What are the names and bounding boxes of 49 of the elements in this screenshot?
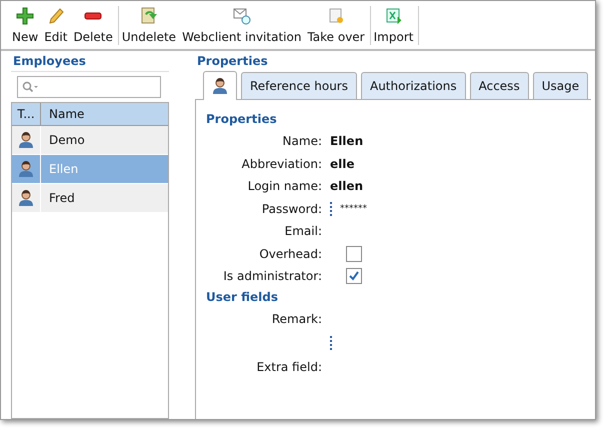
field-label: Abbreviation:	[240, 156, 322, 171]
section-title: Properties	[206, 112, 278, 126]
section-title: User fields	[206, 290, 279, 304]
checkbox[interactable]	[346, 246, 362, 262]
table-row[interactable]: Demo	[12, 126, 168, 155]
table-cell-text: Fred	[48, 190, 76, 207]
toolbar-button[interactable]: Edit	[41, 6, 70, 45]
plus-icon	[15, 6, 36, 26]
user-icon	[18, 160, 34, 178]
field-value: ellen	[330, 179, 364, 194]
toolbar-button[interactable]: Delete	[70, 6, 116, 45]
column-header[interactable]: T...	[12, 103, 41, 125]
search-field[interactable]	[17, 76, 161, 98]
user-icon	[18, 189, 34, 207]
tab[interactable]: Reference hours	[241, 72, 357, 99]
user-icon	[18, 131, 34, 149]
toolbar-button[interactable]: Take over	[304, 6, 368, 45]
table-row[interactable]: Fred	[12, 184, 168, 213]
tab[interactable]: Access	[470, 72, 529, 99]
field-value: elle	[330, 156, 355, 171]
column-header[interactable]: Name	[41, 103, 168, 125]
table-cell-text: Ellen	[48, 161, 80, 178]
resize-handle[interactable]	[330, 202, 334, 216]
checkbox[interactable]	[346, 268, 362, 284]
tab[interactable]: Usage	[532, 72, 588, 99]
toolbar-button[interactable]: Undelete	[118, 6, 180, 45]
toolbar-button[interactable]: New	[9, 6, 42, 45]
user-icon	[212, 77, 228, 95]
undo-arrow-icon	[138, 6, 159, 26]
table-cell-text: Demo	[48, 132, 86, 149]
spreadsheet-icon	[384, 6, 404, 26]
tab[interactable]: Authorizations	[360, 72, 466, 99]
search-icon	[22, 81, 40, 93]
field-value: ******	[340, 204, 367, 214]
field-label: Login name:	[246, 179, 322, 194]
field-label: Overhead:	[258, 246, 322, 261]
panel-title: Properties	[196, 53, 269, 70]
field-label: Name:	[282, 134, 322, 148]
resize-handle[interactable]	[330, 336, 334, 350]
tab[interactable]	[203, 71, 237, 100]
panel-title: Employees	[11, 51, 169, 72]
field-label: Remark:	[270, 312, 322, 326]
field-label: Extra field:	[256, 360, 322, 374]
field-label: Email:	[284, 224, 322, 238]
field-label: Is administrator:	[222, 269, 322, 284]
toolbar-button[interactable]: Webclient invitation	[179, 6, 304, 45]
field-label: Password:	[260, 202, 322, 216]
toolbar-button[interactable]: Import	[370, 6, 416, 45]
field-value: Ellen	[330, 134, 364, 148]
